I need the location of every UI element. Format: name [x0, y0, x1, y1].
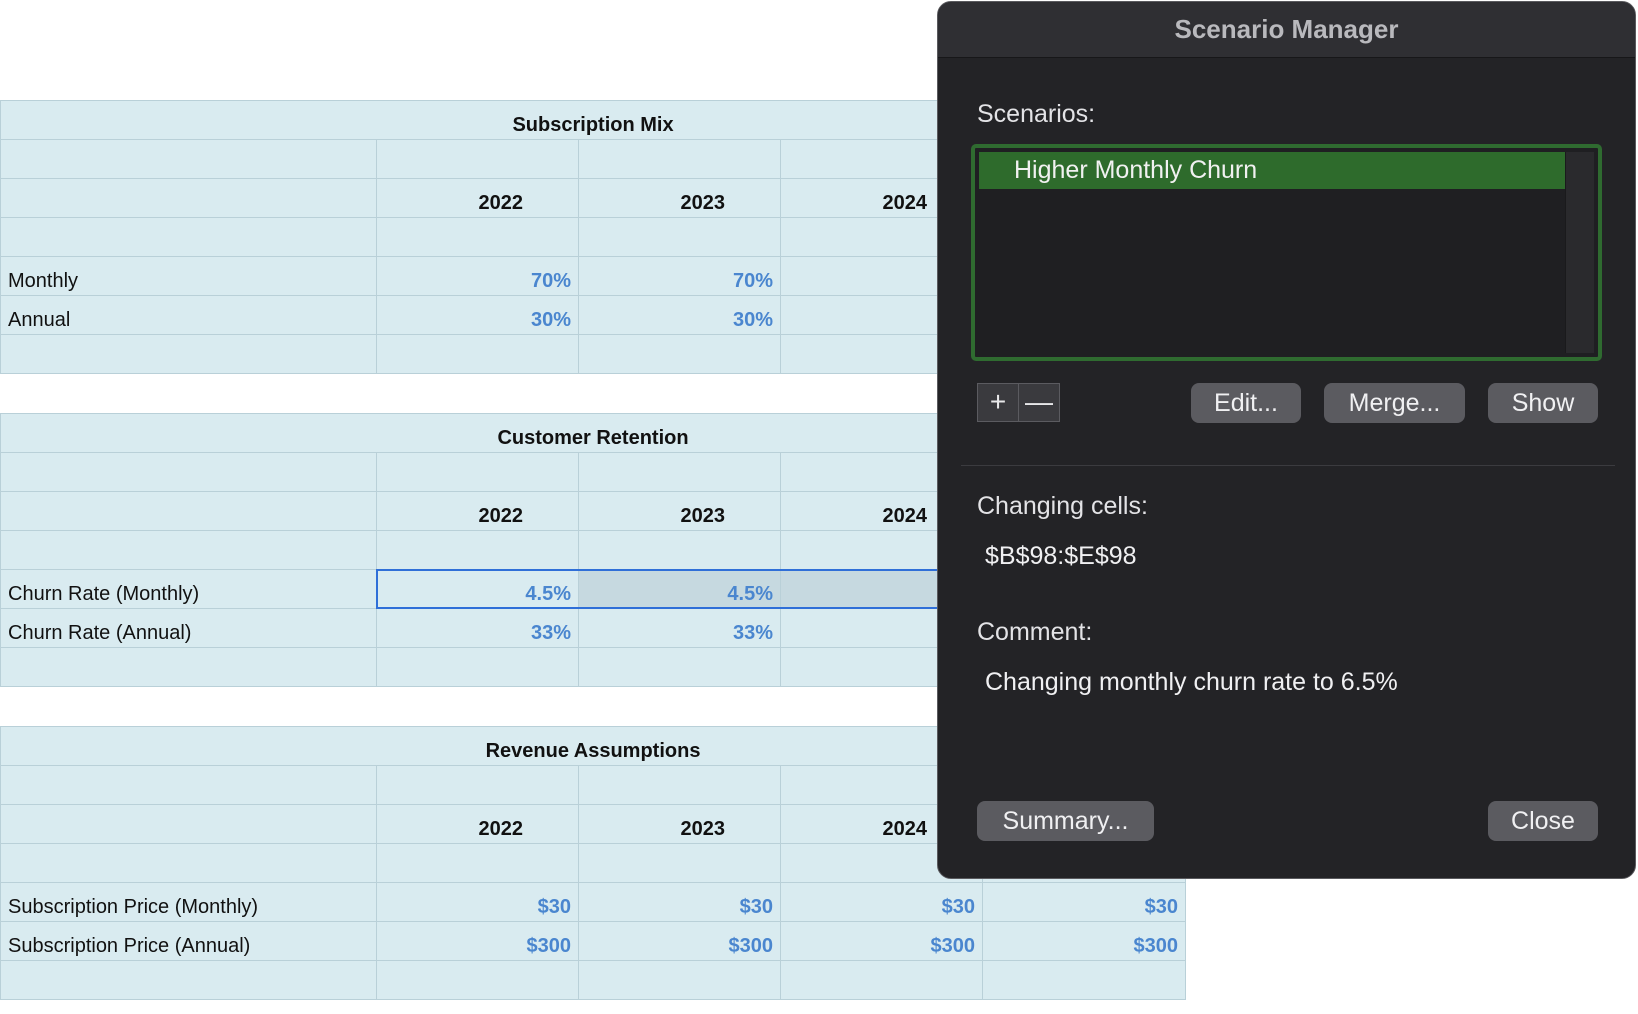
selected-cell[interactable]: 4.5% [578, 569, 781, 609]
cell-value[interactable]: 70% [578, 256, 781, 296]
cell-value[interactable]: $30 [578, 882, 781, 922]
row-label[interactable]: Monthly [0, 256, 377, 296]
year-header[interactable]: 2023 [578, 178, 781, 218]
row-label[interactable]: Churn Rate (Annual) [0, 608, 377, 648]
show-button[interactable]: Show [1488, 383, 1598, 423]
row-label[interactable]: Subscription Price (Annual) [0, 921, 377, 961]
year-header[interactable]: 2022 [376, 178, 579, 218]
selected-cell-active[interactable]: 4.5% [376, 569, 579, 609]
edit-button[interactable]: Edit... [1191, 383, 1301, 423]
merge-button[interactable]: Merge... [1324, 383, 1465, 423]
scenarios-label: Scenarios: [977, 100, 1096, 128]
cell-value[interactable]: $300 [780, 921, 983, 961]
row-label[interactable]: Annual [0, 295, 377, 335]
cell-value[interactable]: $30 [780, 882, 983, 922]
divider [961, 465, 1615, 466]
changing-cells-label: Changing cells: [977, 492, 1148, 520]
comment-label: Comment: [977, 618, 1093, 646]
dialog-title[interactable]: Scenario Manager [938, 2, 1635, 58]
scenarios-list[interactable]: Higher Monthly Churn [971, 144, 1602, 361]
year-header[interactable]: 2022 [376, 804, 579, 844]
row-label[interactable]: Subscription Price (Monthly) [0, 882, 377, 922]
cell-value[interactable]: $300 [376, 921, 579, 961]
list-item[interactable]: Higher Monthly Churn [979, 152, 1567, 189]
year-header[interactable]: 2023 [578, 804, 781, 844]
year-header[interactable]: 2023 [578, 491, 781, 531]
remove-scenario-button[interactable]: — [1018, 383, 1060, 422]
summary-button[interactable]: Summary... [977, 801, 1154, 841]
add-scenario-button[interactable]: + [977, 383, 1019, 422]
scrollbar[interactable] [1565, 152, 1594, 353]
row-label[interactable]: Churn Rate (Monthly) [0, 569, 377, 609]
cell-value[interactable]: $30 [981, 882, 1187, 922]
cell-value[interactable]: $300 [981, 921, 1187, 961]
table-row: Subscription Price (Monthly) $30 $30 $30… [0, 882, 1187, 922]
changing-cells-value: $B$98:$E$98 [985, 542, 1137, 570]
cell-value[interactable]: 30% [578, 295, 781, 335]
cell-value[interactable]: 70% [376, 256, 579, 296]
table-row: Subscription Price (Annual) $300 $300 $3… [0, 921, 1187, 961]
comment-value: Changing monthly churn rate to 6.5% [985, 668, 1398, 696]
scenario-manager-dialog: Scenario Manager Scenarios: Higher Month… [937, 1, 1636, 879]
cell-value[interactable]: $300 [578, 921, 781, 961]
year-header[interactable]: 2022 [376, 491, 579, 531]
cell-value[interactable]: 30% [376, 295, 579, 335]
cell-value[interactable]: 33% [578, 608, 781, 648]
cell-value[interactable]: 33% [376, 608, 579, 648]
close-button[interactable]: Close [1488, 801, 1598, 841]
cell-value[interactable]: $30 [376, 882, 579, 922]
